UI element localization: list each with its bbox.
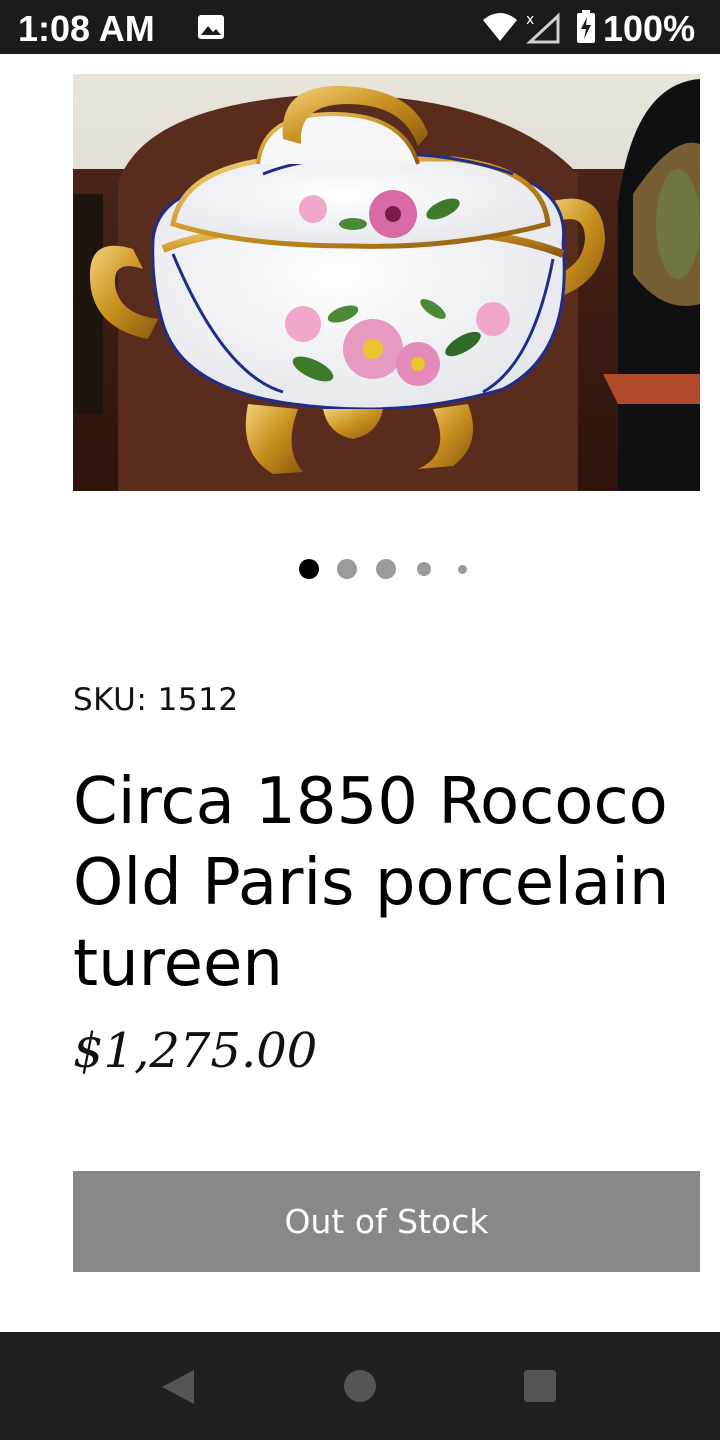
- gallery-icon: [198, 15, 224, 39]
- wifi-icon: [483, 13, 517, 41]
- home-icon[interactable]: [343, 1369, 377, 1403]
- tureen-image: [73, 74, 700, 491]
- carousel-dot-1[interactable]: [299, 559, 319, 579]
- system-navigation-bar: [0, 1332, 720, 1440]
- status-time: 1:08 AM: [18, 8, 155, 49]
- image-carousel-indicator: [0, 558, 720, 582]
- svg-text:x: x: [526, 12, 534, 28]
- back-icon[interactable]: [160, 1368, 196, 1406]
- carousel-dot-5[interactable]: [458, 565, 467, 574]
- product-image[interactable]: [73, 74, 700, 491]
- carousel-dot-3[interactable]: [376, 559, 396, 579]
- carousel-dot-4[interactable]: [417, 562, 431, 576]
- product-title: Circa 1850 Rococo Old Paris porcelain tu…: [73, 765, 670, 1001]
- signal-icon: x: [526, 12, 560, 44]
- battery-percentage: 100%: [603, 8, 696, 49]
- out-of-stock-button[interactable]: Out of Stock: [73, 1171, 700, 1272]
- product-price: $1,275.00: [73, 1023, 318, 1079]
- product-sku: SKU: 1512: [73, 682, 239, 718]
- carousel-dot-2[interactable]: [337, 559, 357, 579]
- recents-icon[interactable]: [523, 1369, 557, 1403]
- status-bar: 1:08 AM x 100%: [0, 0, 720, 54]
- battery-charging-icon: [577, 10, 595, 43]
